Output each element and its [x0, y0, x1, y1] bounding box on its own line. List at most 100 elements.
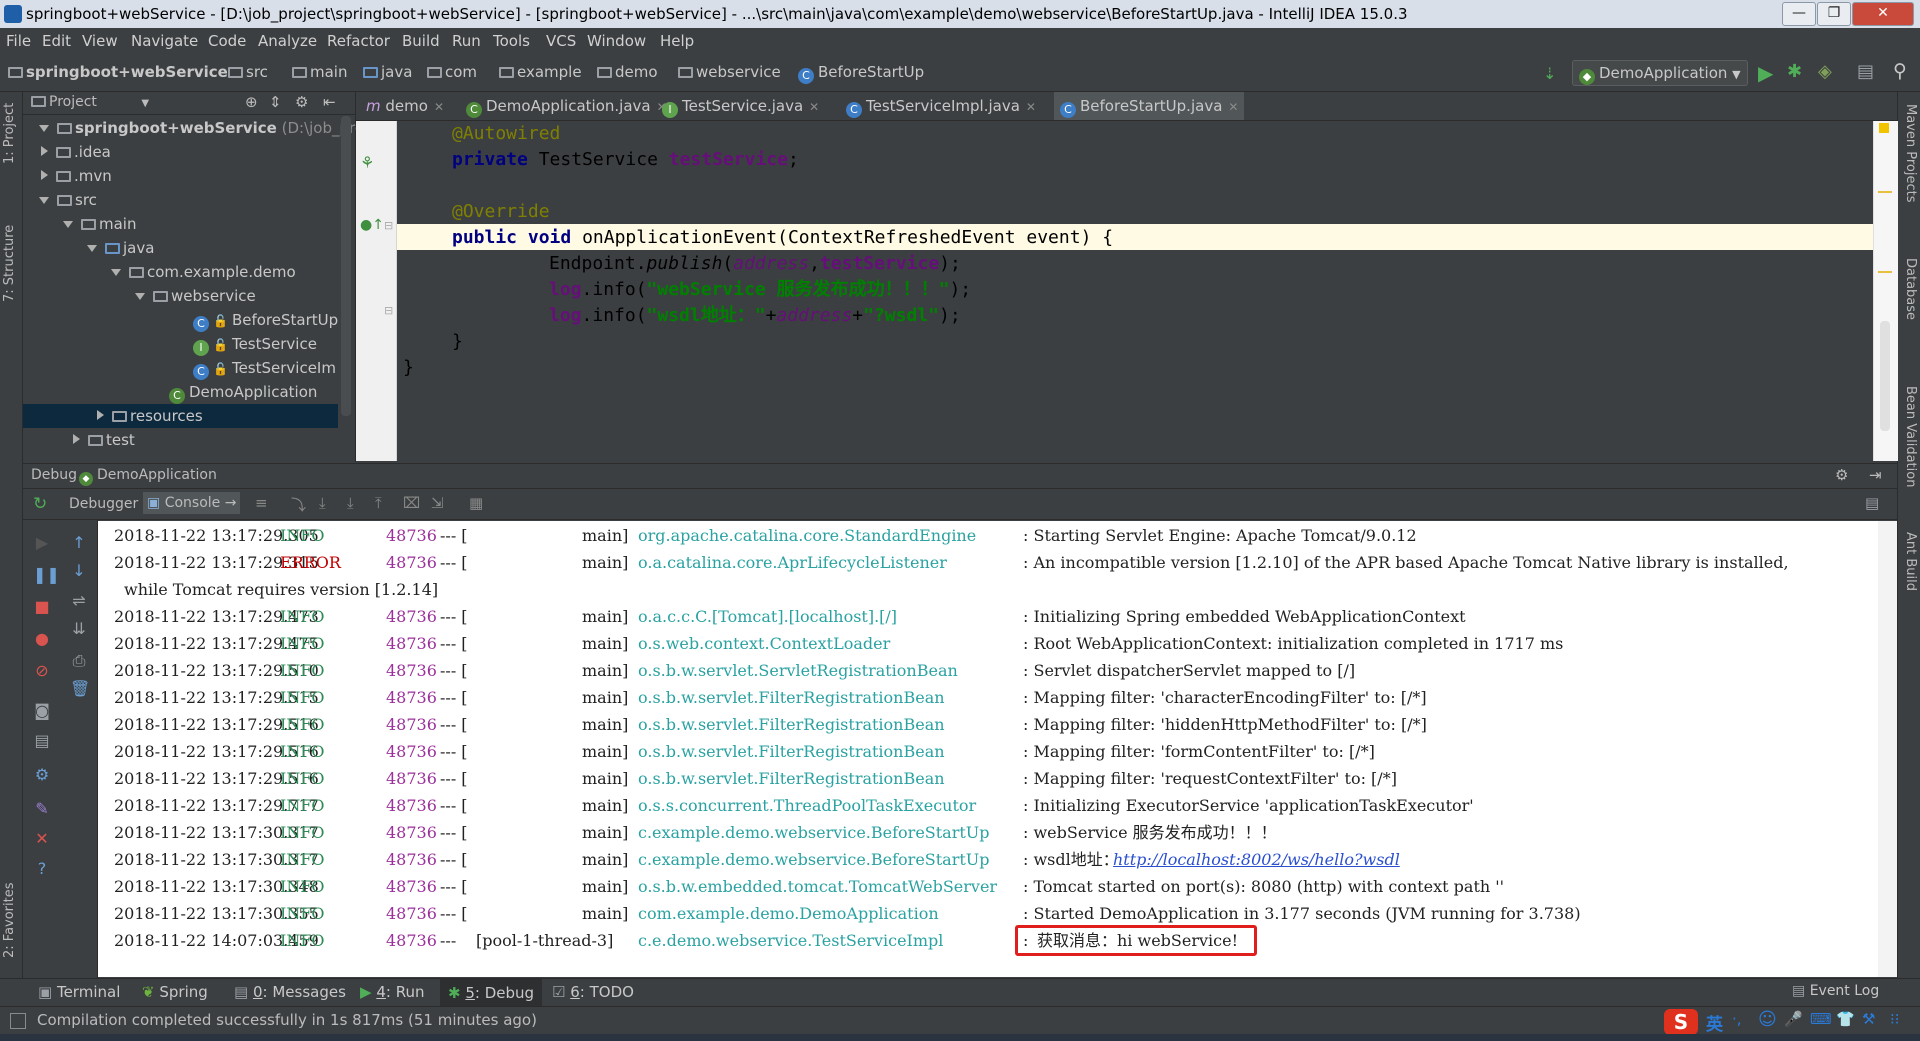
tab-event-log[interactable]: ▤ Event Log [1792, 983, 1879, 999]
step-into-icon[interactable]: ⤓ [319, 494, 326, 512]
bean-gutter-icon[interactable]: ⚘ [360, 153, 374, 172]
layout-icon[interactable]: ▤ [1865, 494, 1879, 512]
tab-favorites[interactable]: 2: Favorites [2, 882, 17, 958]
hide-panel-icon[interactable]: ⇥ [1869, 466, 1882, 484]
show-execution-point-icon[interactable]: ≡ [255, 494, 268, 512]
close-icon[interactable]: ✕ [1026, 100, 1036, 114]
hide-icon[interactable]: ⇤ [323, 93, 336, 111]
tree-item-com-example-demo[interactable]: com.example.demo [111, 260, 296, 284]
tab-debug[interactable]: ✱ 5: Debug [440, 979, 543, 1007]
breadcrumb-main[interactable]: main [292, 63, 347, 81]
tab-project[interactable]: 1: Project [2, 103, 17, 164]
menu-run[interactable]: Run [452, 32, 481, 50]
breadcrumb-project[interactable]: springboot+webService [8, 63, 228, 81]
breadcrumb-java[interactable]: java [363, 63, 412, 81]
project-structure-icon[interactable]: ▤ [1857, 61, 1874, 82]
scroll-to-end-icon[interactable]: ⇊ [70, 620, 88, 638]
collapse-all-icon[interactable]: ⇕ [269, 93, 282, 111]
console-output[interactable]: 2018-11-22 13:17:29.305 INFO 48736 --- [mai… [98, 521, 1878, 977]
tab-todo[interactable]: ☑ 6: TODO [552, 983, 634, 1001]
tree-item-main[interactable]: main [63, 212, 136, 236]
tab-demo[interactable]: m demo ✕ [360, 92, 450, 120]
locate-icon[interactable]: ⊕ [245, 93, 258, 111]
menu-refactor[interactable]: Refactor [327, 32, 390, 50]
tree-item-demoapplication[interactable]: C DemoApplication [169, 380, 317, 404]
menu-help[interactable]: Help [660, 32, 694, 50]
code-editor[interactable]: @Autowired private TestService testServi… [397, 121, 1873, 461]
menu-tools[interactable]: Tools [493, 32, 530, 50]
tool-windows-toggle-icon[interactable] [10, 1013, 26, 1029]
tab-demoapplication[interactable]: CDemoApplication.java✕ [460, 92, 673, 120]
tree-item-beforestartup[interactable]: C 🔓 BeforeStartUp [193, 308, 338, 332]
tab-spring[interactable]: ❦ Spring [142, 983, 208, 1001]
close-icon[interactable]: ✕ [33, 830, 51, 848]
clear-all-icon[interactable]: 🗑 [70, 680, 90, 698]
project-scrollbar[interactable] [341, 116, 351, 416]
tab-testservice[interactable]: I TestService.java ✕ [656, 92, 825, 120]
sogou-ime-logo-icon[interactable]: S [1664, 1009, 1698, 1035]
tab-console[interactable]: ▣ Console → [143, 492, 241, 514]
tab-ant-build[interactable]: Ant Build [1903, 532, 1918, 591]
tab-debugger[interactable]: Debugger [69, 496, 138, 512]
tree-item-java[interactable]: java [87, 236, 154, 260]
drop-frame-icon[interactable]: ⌧ [403, 494, 420, 512]
menu-build[interactable]: Build [402, 32, 440, 50]
view-breakpoints-icon[interactable]: ● [33, 630, 51, 648]
ime-emoji-icon[interactable]: ☺ [1758, 1009, 1777, 1030]
run-config-dropdown[interactable]: ◆ DemoApplication ▼ [1572, 60, 1748, 86]
print-icon[interactable]: ⎙ [70, 652, 88, 670]
override-gutter-icon[interactable]: ●↑ [360, 217, 384, 233]
stop-icon[interactable]: ■ [33, 598, 51, 616]
breadcrumb-com[interactable]: com [427, 63, 477, 81]
mute-breakpoints-icon[interactable]: ⊘ [33, 662, 51, 680]
menu-view[interactable]: View [82, 32, 118, 50]
tab-messages[interactable]: ▤ 0: Messages [234, 983, 346, 1001]
minimize-button[interactable]: — [1782, 2, 1816, 26]
ime-tools-icon[interactable]: ⚒ [1862, 1010, 1875, 1028]
tab-run[interactable]: ▶ 4: Run [360, 983, 424, 1001]
force-step-into-icon[interactable]: ⤓ [347, 494, 354, 512]
tree-item-resources[interactable]: resources [23, 404, 338, 428]
console-scrollbar[interactable] [1878, 521, 1897, 977]
arrow-down-icon[interactable]: ↓ [70, 562, 88, 580]
tree-item-webservice[interactable]: webservice [135, 284, 256, 308]
close-icon[interactable]: ✕ [434, 100, 444, 114]
tree-item-test[interactable]: test [73, 428, 135, 452]
menu-analyze[interactable]: Analyze [258, 32, 317, 50]
debug-icon[interactable]: ✱ [1787, 61, 1802, 82]
fold-end-icon[interactable]: ⊟ [384, 304, 393, 317]
breadcrumb-webservice[interactable]: webservice [678, 63, 781, 81]
arrow-up-icon[interactable]: ↑ [70, 534, 88, 552]
menu-window[interactable]: Window [587, 32, 646, 50]
menu-file[interactable]: File [6, 32, 31, 50]
rerun-icon[interactable]: ↻ [33, 494, 47, 514]
tree-item-src[interactable]: src [39, 188, 97, 212]
breadcrumb-demo[interactable]: demo [597, 63, 658, 81]
ime-skin-icon[interactable]: 👕 [1836, 1010, 1855, 1028]
search-icon[interactable]: ⚲ [1893, 60, 1907, 82]
tab-testserviceimpl[interactable]: C TestServiceImpl.java ✕ [840, 92, 1042, 120]
ime-voice-icon[interactable]: 🎤 [1784, 1010, 1803, 1028]
tree-item-root[interactable]: springboot+webService (D:\job_pro [39, 116, 364, 140]
tree-item-idea[interactable]: .idea [41, 140, 111, 164]
editor-error-stripe[interactable] [1873, 121, 1898, 461]
pin-icon[interactable]: ✎ [33, 800, 51, 818]
tab-structure[interactable]: 7: Structure [2, 225, 17, 302]
camera-icon[interactable]: ◙ [33, 702, 51, 720]
step-out-icon[interactable]: ⤒ [375, 494, 382, 512]
tab-bean-validation[interactable]: Bean Validation [1903, 386, 1918, 487]
maximize-button[interactable]: ❐ [1817, 2, 1851, 26]
restore-layout-icon[interactable]: ▤ [33, 732, 51, 750]
tree-item-testservice[interactable]: I 🔓 TestService [193, 332, 317, 356]
run-to-cursor-icon[interactable]: ⇲ [431, 494, 444, 512]
tab-beforestartup[interactable]: C BeforeStartUp.java ✕ [1054, 92, 1245, 120]
breadcrumb-beforestartup[interactable]: C BeforeStartUp [798, 63, 924, 84]
soft-wrap-icon[interactable]: ⇌ [70, 592, 88, 610]
menu-vcs[interactable]: VCS [546, 32, 576, 50]
project-view-dropdown[interactable]: Project ▼ [31, 94, 149, 110]
tab-terminal[interactable]: ▣ Terminal [38, 983, 120, 1001]
gear-icon[interactable]: ⚙ [295, 93, 308, 111]
ime-punctuation-icon[interactable]: ·, [1732, 1010, 1742, 1028]
step-over-icon[interactable]: ⤵ [291, 494, 306, 515]
tab-maven-projects[interactable]: Maven Projects [1903, 104, 1918, 203]
